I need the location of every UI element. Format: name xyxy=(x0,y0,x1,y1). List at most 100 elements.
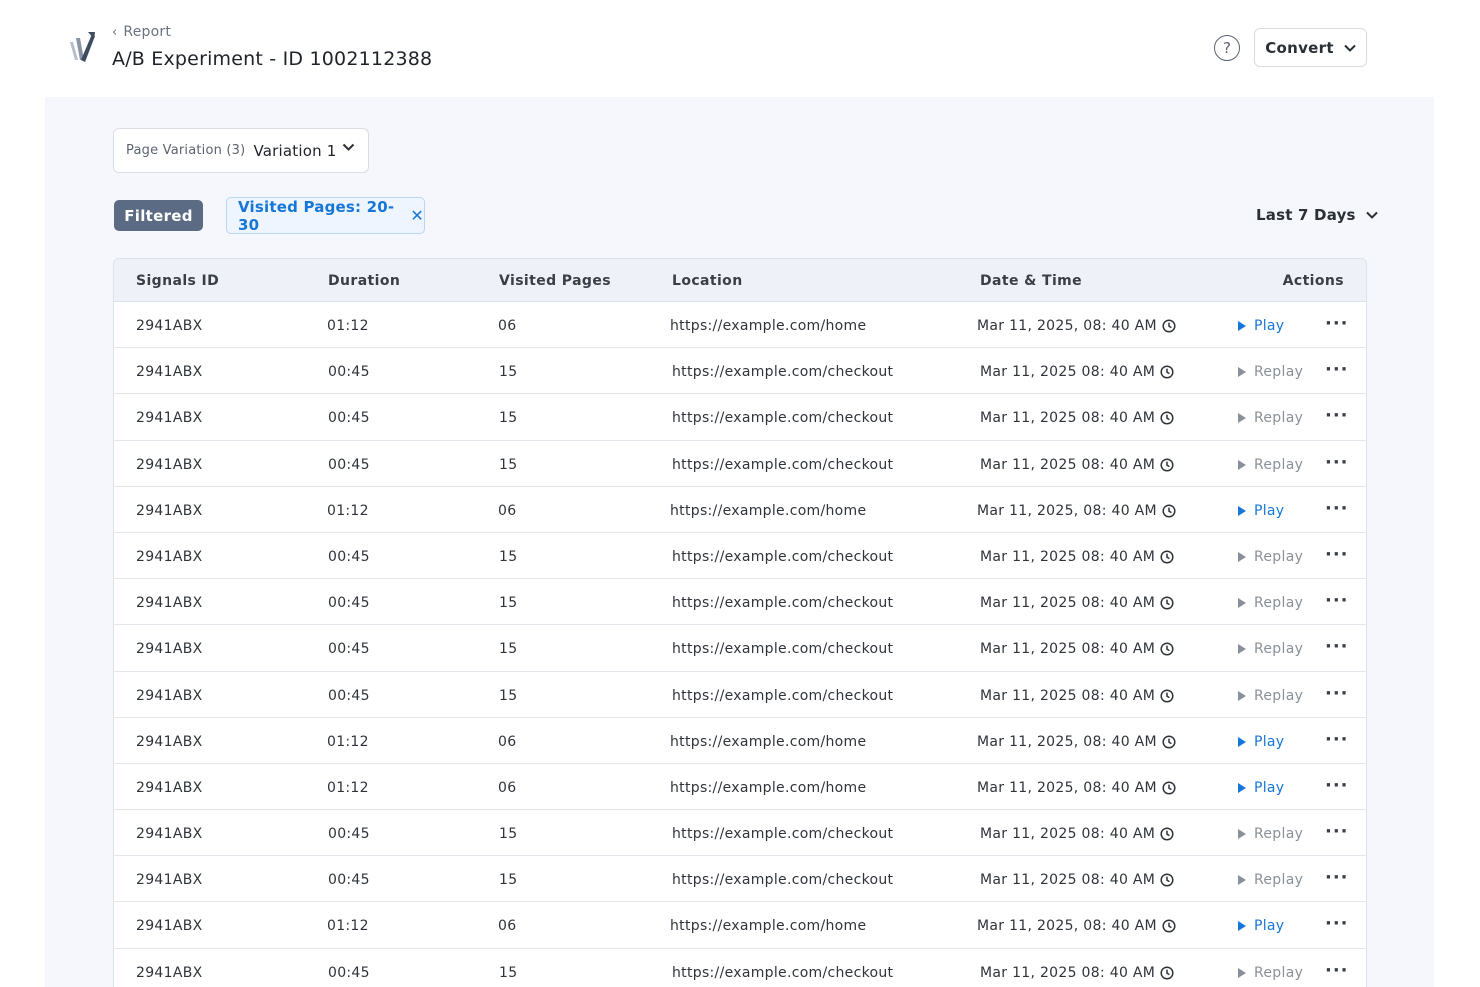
replay-button[interactable]: Replay xyxy=(1238,410,1303,426)
replay-button[interactable]: Replay xyxy=(1238,595,1303,611)
table-row[interactable]: 2941ABX 01:12 06 https://example.com/home Ma… xyxy=(114,718,1366,764)
convert-button[interactable]: Convert xyxy=(1254,28,1367,67)
cell-duration: 01:12 xyxy=(327,918,369,935)
table-row[interactable]: 2941ABX 00:45 15 https://example.com/checko… xyxy=(114,672,1366,718)
replay-button[interactable]: Replay xyxy=(1238,872,1303,888)
cell-date-time-text: Mar 11, 2025 08: 40 AM xyxy=(980,826,1156,843)
cell-signals-id: 2941ABX xyxy=(136,595,203,612)
cell-date-time-text: Mar 11, 2025 08: 40 AM xyxy=(980,687,1156,704)
close-icon[interactable]: ✕ xyxy=(410,206,424,225)
replay-button[interactable]: Replay xyxy=(1238,641,1303,657)
more-options-icon[interactable]: ··· xyxy=(1325,636,1349,657)
play-button[interactable]: Play xyxy=(1238,780,1284,796)
replay-icon xyxy=(1238,367,1246,378)
more-options-icon[interactable]: ··· xyxy=(1325,313,1349,334)
cell-duration: 00:45 xyxy=(328,872,370,889)
table-row[interactable]: 2941ABX 01:12 06 https://example.com/home Ma… xyxy=(114,764,1366,811)
column-header-duration[interactable]: Duration xyxy=(328,273,400,289)
cell-visited-pages: 15 xyxy=(499,826,518,843)
clock-icon xyxy=(1160,550,1174,564)
more-options-icon[interactable]: ··· xyxy=(1325,405,1349,426)
table-row[interactable]: 2941ABX 00:45 15 https://example.com/checko… xyxy=(114,394,1366,441)
cell-visited-pages: 06 xyxy=(498,502,517,519)
action-label: Replay xyxy=(1254,872,1304,889)
date-range-select[interactable]: Last 7 Days xyxy=(1256,206,1378,224)
more-options-icon[interactable]: ··· xyxy=(1325,867,1349,888)
cell-signals-id: 2941ABX xyxy=(136,779,203,796)
cell-visited-pages: 06 xyxy=(498,318,517,334)
more-options-icon[interactable]: ··· xyxy=(1325,775,1349,796)
table-row[interactable]: 2941ABX 01:12 06 https://example.com/home Ma… xyxy=(114,487,1366,533)
cell-duration: 00:45 xyxy=(328,595,370,612)
clock-icon xyxy=(1160,966,1174,980)
replay-icon xyxy=(1238,875,1246,886)
more-options-icon[interactable]: ··· xyxy=(1325,683,1349,704)
breadcrumb-report-link[interactable]: Report xyxy=(123,24,171,40)
replay-button[interactable]: Replay xyxy=(1238,688,1303,704)
cell-location: https://example.com/checkout xyxy=(672,687,894,704)
chevron-down-icon xyxy=(1344,44,1356,52)
table-row[interactable]: 2941ABX 00:45 15 https://example.com/checko… xyxy=(114,441,1366,487)
table-row[interactable]: 2941ABX 01:12 06 https://example.com/home Ma… xyxy=(114,302,1366,349)
more-options-icon[interactable]: ··· xyxy=(1325,359,1349,380)
play-button[interactable]: Play xyxy=(1238,734,1284,750)
cell-date-time-text: Mar 11, 2025 08: 40 AM xyxy=(980,964,1156,981)
column-header-signals-id[interactable]: Signals ID xyxy=(136,273,219,289)
more-options-icon[interactable]: ··· xyxy=(1325,590,1349,611)
more-options-icon[interactable]: ··· xyxy=(1325,913,1349,934)
cell-location: https://example.com/checkout xyxy=(672,548,894,565)
variation-select-label: Page Variation (3) xyxy=(126,143,246,158)
cell-date-time-text: Mar 11, 2025 08: 40 AM xyxy=(980,595,1156,612)
play-button[interactable]: Play xyxy=(1238,503,1284,519)
action-label: Replay xyxy=(1254,410,1304,427)
cell-duration: 00:45 xyxy=(328,964,370,981)
play-button[interactable]: Play xyxy=(1238,918,1284,934)
table-row[interactable]: 2941ABX 01:12 06 https://example.com/home Ma… xyxy=(114,902,1366,949)
table-row[interactable]: 2941ABX 00:45 15 https://example.com/checko… xyxy=(114,856,1366,903)
replay-icon xyxy=(1238,690,1246,701)
more-options-icon[interactable]: ··· xyxy=(1325,544,1349,565)
cell-signals-id: 2941ABX xyxy=(136,410,203,427)
table-row[interactable]: 2941ABX 00:45 15 https://example.com/checko… xyxy=(114,579,1366,626)
breadcrumb[interactable]: ‹ Report xyxy=(112,24,171,40)
replay-button[interactable]: Replay xyxy=(1238,826,1303,842)
cell-date-time: Mar 11, 2025, 08: 40 AM xyxy=(977,318,1176,334)
column-header-location[interactable]: Location xyxy=(672,273,743,289)
cell-signals-id: 2941ABX xyxy=(136,318,203,334)
more-options-icon[interactable]: ··· xyxy=(1325,821,1349,842)
play-button[interactable]: Play xyxy=(1238,318,1284,334)
cell-visited-pages: 15 xyxy=(499,964,518,981)
cell-date-time-text: Mar 11, 2025, 08: 40 AM xyxy=(977,318,1157,334)
more-options-icon[interactable]: ··· xyxy=(1325,729,1349,750)
table-row[interactable]: 2941ABX 00:45 15 https://example.com/checko… xyxy=(114,533,1366,580)
cell-duration: 00:45 xyxy=(328,410,370,427)
cell-signals-id: 2941ABX xyxy=(136,687,203,704)
more-options-icon[interactable]: ··· xyxy=(1325,960,1349,981)
table-row[interactable]: 2941ABX 00:45 15 https://example.com/checko… xyxy=(114,348,1366,395)
column-header-date-time[interactable]: Date & Time xyxy=(980,273,1082,289)
chevron-down-icon xyxy=(342,143,355,151)
column-header-actions: Actions xyxy=(1282,273,1344,289)
help-icon[interactable]: ? xyxy=(1214,35,1240,61)
cell-date-time-text: Mar 11, 2025 08: 40 AM xyxy=(980,548,1156,565)
table-row[interactable]: 2941ABX 00:45 15 https://example.com/checko… xyxy=(114,810,1366,857)
cell-signals-id: 2941ABX xyxy=(136,826,203,843)
cell-location: https://example.com/home xyxy=(670,502,867,519)
replay-button[interactable]: Replay xyxy=(1238,965,1303,981)
cell-signals-id: 2941ABX xyxy=(136,872,203,889)
table-row[interactable]: 2941ABX 00:45 15 https://example.com/checko… xyxy=(114,949,1366,987)
replay-button[interactable]: Replay xyxy=(1238,549,1303,565)
replay-button[interactable]: Replay xyxy=(1238,457,1303,473)
brand-logo-icon[interactable] xyxy=(66,30,96,66)
clock-icon xyxy=(1160,642,1174,656)
table-row[interactable]: 2941ABX 00:45 15 https://example.com/checko… xyxy=(114,625,1366,672)
more-options-icon[interactable]: ··· xyxy=(1325,498,1349,519)
action-label: Replay xyxy=(1254,364,1304,381)
column-header-visited-pages[interactable]: Visited Pages xyxy=(499,273,611,289)
more-options-icon[interactable]: ··· xyxy=(1325,452,1349,473)
action-label: Replay xyxy=(1254,548,1304,565)
replay-button[interactable]: Replay xyxy=(1238,364,1303,380)
play-icon xyxy=(1238,736,1246,747)
cell-visited-pages: 15 xyxy=(499,364,518,381)
page-variation-select[interactable]: Page Variation (3) Variation 1 xyxy=(113,128,369,173)
